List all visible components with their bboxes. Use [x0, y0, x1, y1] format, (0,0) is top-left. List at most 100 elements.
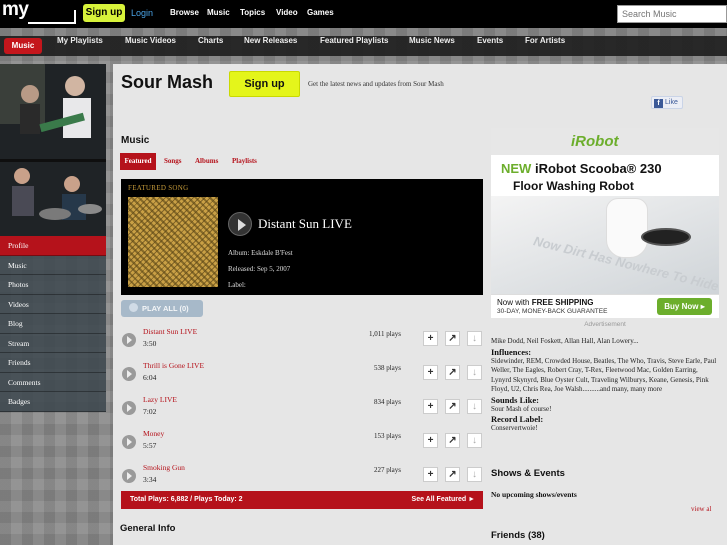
- sidebar-item-music[interactable]: Music: [0, 255, 106, 275]
- sidebar-item-comments[interactable]: Comments: [0, 372, 106, 392]
- login-link[interactable]: Login: [131, 8, 153, 18]
- featured-play-button[interactable]: [228, 212, 252, 236]
- signup-button[interactable]: Sign up: [83, 4, 125, 22]
- tab-featured[interactable]: Featured: [120, 153, 156, 170]
- share-icon[interactable]: ↗: [445, 399, 460, 414]
- tab-my-playlists[interactable]: My Playlists: [57, 36, 103, 56]
- track-plays: 227 plays: [373, 466, 401, 474]
- track-title[interactable]: Distant Sun LIVE: [143, 327, 197, 336]
- influences-heading: Influences:: [491, 346, 532, 357]
- track-row: Distant Sun LIVE 3:50 1,011 plays + ↗ ↓: [121, 325, 483, 357]
- tab-songs[interactable]: Songs: [164, 153, 182, 170]
- tab-music-videos[interactable]: Music Videos: [125, 36, 176, 56]
- members-list: Mike Dodd, Neil Foskett, Allan Hall, Ala…: [491, 337, 639, 345]
- add-icon[interactable]: +: [423, 467, 438, 482]
- track-plays: 538 plays: [373, 364, 401, 372]
- track-row: Smoking Gun 3:34 227 plays + ↗ ↓: [121, 461, 483, 493]
- play-icon[interactable]: [122, 367, 136, 381]
- featured-song-title[interactable]: Distant Sun LIVE: [258, 216, 352, 232]
- tab-for-artists[interactable]: For Artists: [525, 36, 565, 56]
- track-duration: 3:50: [143, 339, 157, 348]
- sidebar-item-videos[interactable]: Videos: [0, 294, 106, 314]
- track-title[interactable]: Thrill is Gone LIVE: [143, 361, 204, 370]
- featured-song-label: FEATURED SONG: [128, 184, 189, 192]
- tab-featured-playlists[interactable]: Featured Playlists: [320, 36, 388, 56]
- tab-music[interactable]: Music: [4, 38, 42, 54]
- share-icon[interactable]: ↗: [445, 433, 460, 448]
- track-row: Lazy LIVE 7:02 834 plays + ↗ ↓: [121, 393, 483, 425]
- track-title[interactable]: Money: [143, 429, 164, 438]
- toilet-graphic: [606, 198, 648, 258]
- download-icon[interactable]: ↓: [467, 433, 482, 448]
- play-icon: [129, 303, 138, 312]
- add-icon[interactable]: +: [423, 433, 438, 448]
- friends-heading: Friends (38): [491, 530, 545, 541]
- see-all-featured-link[interactable]: See All Featured ►: [412, 491, 475, 509]
- view-all-link[interactable]: view al: [691, 505, 711, 513]
- search-input[interactable]: [617, 5, 727, 23]
- download-icon[interactable]: ↓: [467, 399, 482, 414]
- sidebar-item-blog[interactable]: Blog: [0, 314, 106, 334]
- facebook-icon: f: [654, 99, 663, 108]
- tab-events[interactable]: Events: [477, 36, 503, 56]
- track-duration: 7:02: [143, 407, 157, 416]
- like-label: Like: [665, 99, 678, 106]
- share-icon[interactable]: ↗: [445, 365, 460, 380]
- play-icon[interactable]: [122, 469, 136, 483]
- record-label-text: Conservertwoie!: [491, 424, 538, 432]
- signup-tagline: Get the latest news and updates from Sou…: [308, 80, 444, 88]
- total-plays: Total Plays: 6,882 / Plays Today: 2: [130, 496, 243, 503]
- add-icon[interactable]: +: [423, 331, 438, 346]
- sidebar-item-friends[interactable]: Friends: [0, 353, 106, 373]
- tab-playlists[interactable]: Playlists: [232, 153, 257, 170]
- featured-song-panel: FEATURED SONG Distant Sun LIVE Album: Es…: [121, 179, 483, 295]
- download-icon[interactable]: ↓: [467, 365, 482, 380]
- band-info: Mike Dodd, Neil Foskett, Allan Hall, Ala…: [491, 337, 719, 434]
- profile-sidebar-nav: Profile Music Photos Videos Blog Stream …: [0, 236, 106, 416]
- band-photo: [0, 64, 106, 236]
- nav-browse[interactable]: Browse: [170, 8, 199, 17]
- track-title[interactable]: Lazy LIVE: [143, 395, 177, 404]
- buy-now-button[interactable]: Buy Now ▸: [657, 298, 712, 315]
- play-icon[interactable]: [122, 333, 136, 347]
- add-icon[interactable]: +: [423, 399, 438, 414]
- general-info-heading: General Info: [120, 523, 176, 534]
- track-row: Thrill is Gone LIVE 6:04 538 plays + ↗ ↓: [121, 359, 483, 391]
- nav-topics[interactable]: Topics: [240, 8, 265, 17]
- band-signup-button[interactable]: Sign up: [229, 71, 300, 97]
- no-shows-text: No upcoming shows/events: [491, 490, 577, 499]
- ad-subheadline: Floor Washing Robot: [513, 179, 634, 193]
- track-duration: 3:34: [143, 475, 157, 484]
- nav-games[interactable]: Games: [307, 8, 334, 17]
- tab-albums[interactable]: Albums: [195, 153, 218, 170]
- ad-shipping: Now with FREE SHIPPING: [497, 298, 594, 307]
- sidebar-item-stream[interactable]: Stream: [0, 333, 106, 353]
- album-art: [128, 197, 218, 287]
- share-icon[interactable]: ↗: [445, 467, 460, 482]
- music-section-heading: Music: [121, 135, 150, 146]
- download-icon[interactable]: ↓: [467, 467, 482, 482]
- featured-released: Released: Sep 5, 2007: [228, 265, 291, 273]
- sidebar-item-photos[interactable]: Photos: [0, 275, 106, 295]
- play-all-button[interactable]: PLAY ALL (0): [121, 300, 203, 317]
- top-bar: my Sign up Login Browse Music Topics Vid…: [0, 0, 727, 28]
- share-icon[interactable]: ↗: [445, 331, 460, 346]
- sidebar-item-badges[interactable]: Badges: [0, 392, 106, 412]
- facebook-like-button[interactable]: f Like: [651, 96, 683, 109]
- tab-charts[interactable]: Charts: [198, 36, 223, 56]
- nav-video[interactable]: Video: [276, 8, 298, 17]
- logo-text: my: [2, 0, 29, 20]
- tab-music-news[interactable]: Music News: [409, 36, 455, 56]
- track-plays: 1,011 plays: [368, 330, 401, 338]
- irobot-logo: iRobot: [571, 133, 619, 150]
- add-icon[interactable]: +: [423, 365, 438, 380]
- track-title[interactable]: Smoking Gun: [143, 463, 185, 472]
- download-icon[interactable]: ↓: [467, 331, 482, 346]
- nav-music[interactable]: Music: [207, 8, 230, 17]
- play-icon[interactable]: [122, 401, 136, 415]
- advertisement-banner[interactable]: iRobot NEW iRobot Scooba® 230 Floor Wash…: [491, 128, 719, 318]
- tab-new-releases[interactable]: New Releases: [244, 36, 297, 56]
- sidebar-item-profile[interactable]: Profile: [0, 236, 106, 256]
- myspace-logo[interactable]: my: [2, 0, 76, 24]
- play-icon[interactable]: [122, 435, 136, 449]
